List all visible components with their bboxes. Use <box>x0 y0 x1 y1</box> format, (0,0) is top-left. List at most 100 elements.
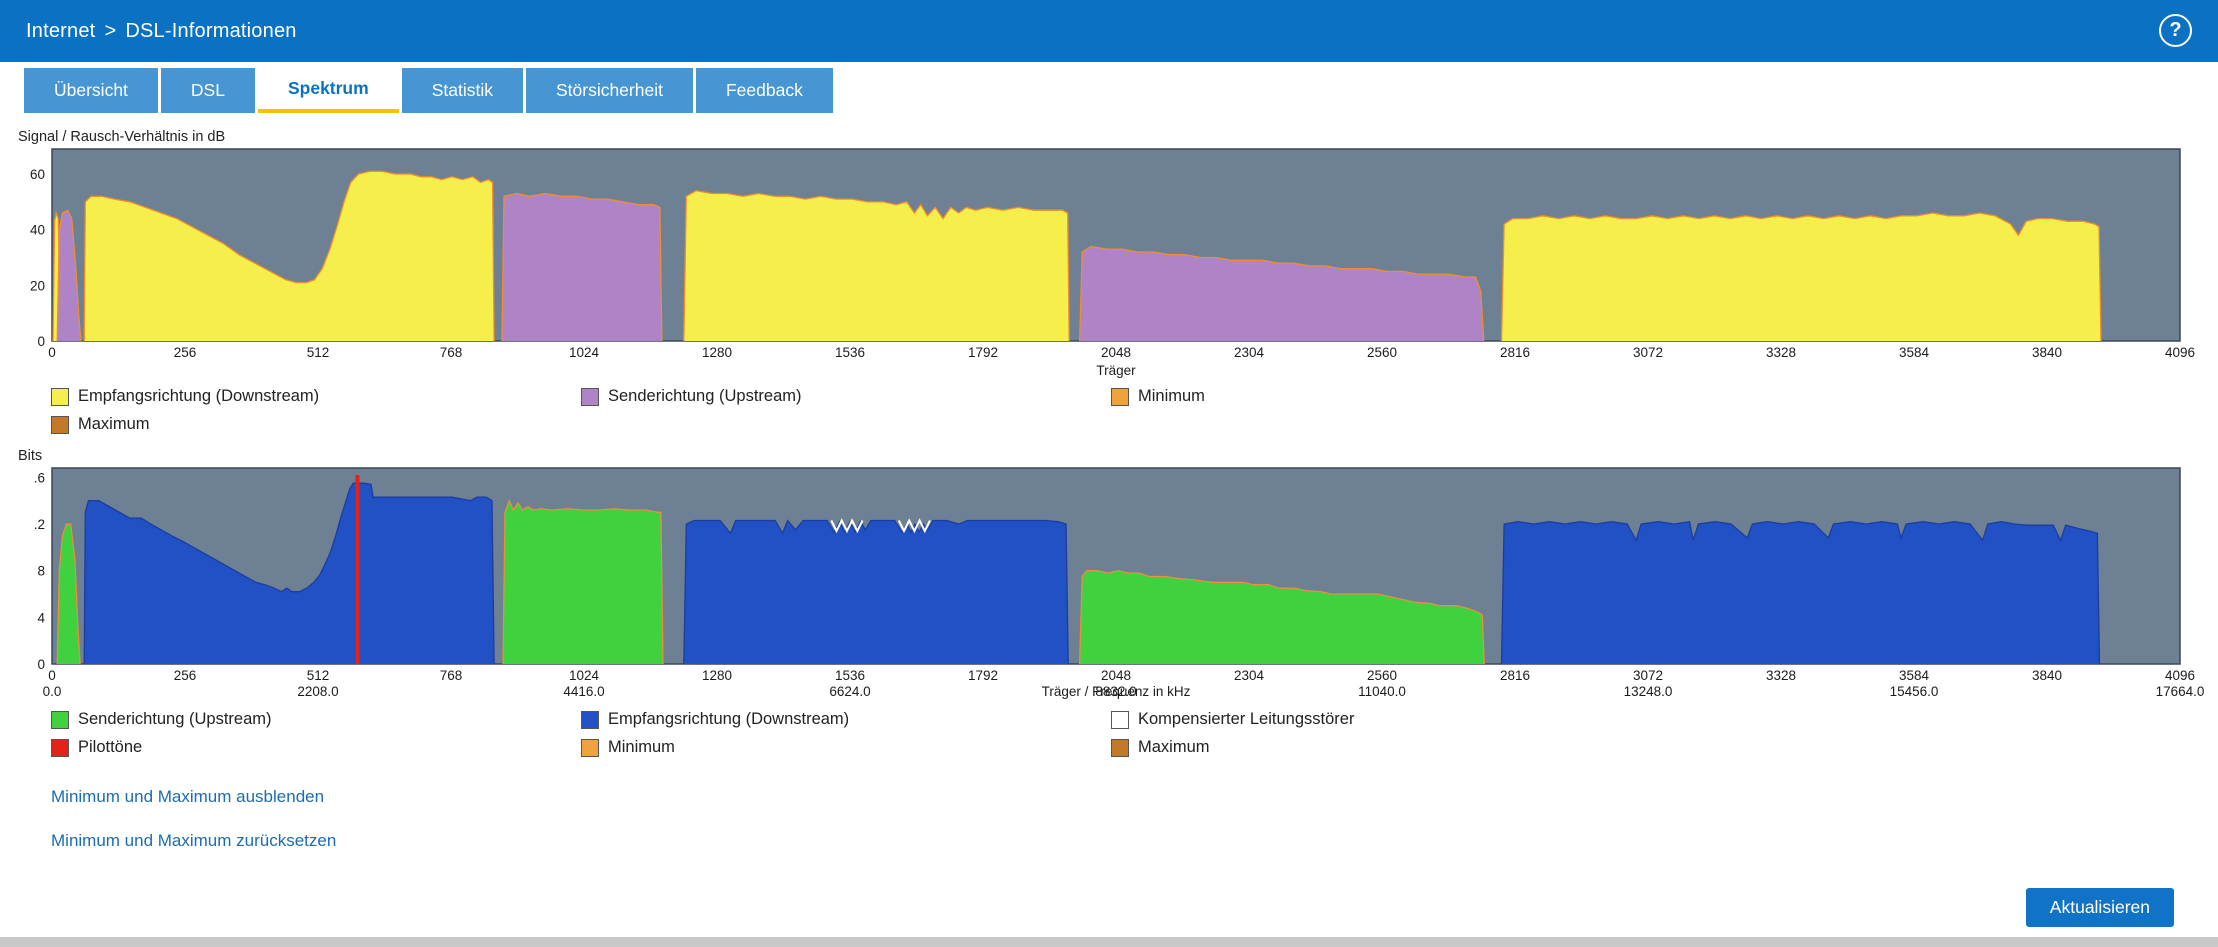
svg-text:3072: 3072 <box>1633 345 1663 360</box>
legend-minimum-label: Minimum <box>608 738 675 756</box>
legend-pilot-swatch <box>51 738 69 757</box>
legend-maximum-label: Maximum <box>1138 738 1210 756</box>
svg-text:1792: 1792 <box>968 345 998 360</box>
svg-text:3840: 3840 <box>2032 345 2062 360</box>
legend-downstream-label: Empfangsrichtung (Downstream) <box>78 387 320 405</box>
legend-maximum: Maximum <box>51 415 581 434</box>
legend-minimum-swatch <box>1111 387 1129 406</box>
reset-minmax-link[interactable]: Minimum und Maximum zurücksetzen <box>51 831 2218 851</box>
tab-stoersicherheit[interactable]: Störsicherheit <box>525 68 693 113</box>
svg-text:1536: 1536 <box>835 345 865 360</box>
bits-chart-title: Bits <box>18 448 43 464</box>
legend-downstream: Empfangsrichtung (Downstream) <box>581 710 1111 729</box>
svg-text:3840: 3840 <box>2032 668 2062 683</box>
legend-downstream-swatch <box>581 710 599 729</box>
tab-uebersicht[interactable]: Übersicht <box>24 68 158 113</box>
svg-text:17664.0: 17664.0 <box>2156 684 2205 699</box>
svg-text:768: 768 <box>440 345 463 360</box>
legend-downstream: Empfangsrichtung (Downstream) <box>51 387 581 406</box>
main-content: Signal / Rausch-Verhältnis in dB 0 20 40 60… <box>0 129 2218 851</box>
action-bar: Aktualisieren <box>2025 888 2174 927</box>
help-icon[interactable]: ? <box>2159 14 2192 47</box>
svg-text:0: 0 <box>48 668 56 683</box>
tab-feedback[interactable]: Feedback <box>695 68 833 113</box>
legend-downstream-swatch <box>51 387 69 406</box>
svg-text:2048: 2048 <box>1101 668 1131 683</box>
tab-spektrum[interactable]: Spektrum <box>257 68 399 113</box>
legend-upstream: Senderichtung (Upstream) <box>51 710 581 729</box>
svg-text:6624.0: 6624.0 <box>829 684 870 699</box>
svg-text:4096: 4096 <box>2165 668 2195 683</box>
refresh-button[interactable]: Aktualisieren <box>2025 888 2174 927</box>
link-list: Minimum und Maximum ausblenden Minimum u… <box>51 787 2218 851</box>
svg-text:1024: 1024 <box>569 345 600 360</box>
svg-text:2816: 2816 <box>1500 668 1530 683</box>
tab-dsl[interactable]: DSL <box>160 68 255 113</box>
svg-text:2560: 2560 <box>1367 345 1397 360</box>
legend-interferer-label: Kompensierter Leitungsstörer <box>1138 710 1355 728</box>
svg-text:Träger: Träger <box>1096 363 1136 378</box>
breadcrumb-page: DSL-Informationen <box>125 19 297 42</box>
legend-minimum: Minimum <box>1111 387 2218 406</box>
svg-text:20: 20 <box>30 278 45 293</box>
svg-text:3584: 3584 <box>1899 668 1930 683</box>
tab-bar: Übersicht DSL Spektrum Statistik Störsicherh… <box>0 62 2218 113</box>
svg-text:1536: 1536 <box>835 668 865 683</box>
tab-statistik[interactable]: Statistik <box>401 68 523 113</box>
svg-text:.2: .2 <box>34 517 45 532</box>
svg-text:256: 256 <box>174 345 197 360</box>
legend-upstream: Senderichtung (Upstream) <box>581 387 1111 406</box>
bits-chart-legend: Senderichtung (Upstream) Empfangsrichtung… <box>51 710 2218 757</box>
legend-maximum: Maximum <box>1111 738 2218 757</box>
legend-minimum-label: Minimum <box>1138 387 1205 405</box>
legend-pilot: Pilottöne <box>51 738 581 757</box>
svg-text:11040.0: 11040.0 <box>1358 684 1406 699</box>
svg-text:0.0: 0.0 <box>43 684 62 699</box>
svg-text:3328: 3328 <box>1766 668 1796 683</box>
svg-text:512: 512 <box>307 345 330 360</box>
svg-text:2304: 2304 <box>1234 345 1265 360</box>
svg-text:768: 768 <box>440 668 463 683</box>
svg-text:4096: 4096 <box>2165 345 2195 360</box>
svg-text:3584: 3584 <box>1899 345 1930 360</box>
legend-upstream-swatch <box>51 710 69 729</box>
svg-text:4: 4 <box>37 610 45 625</box>
svg-text:2048: 2048 <box>1101 345 1131 360</box>
breadcrumb: Internet > DSL-Informationen <box>26 20 297 43</box>
legend-interferer: Kompensierter Leitungsstörer <box>1111 710 2218 729</box>
legend-downstream-label: Empfangsrichtung (Downstream) <box>608 710 850 728</box>
legend-minimum-swatch <box>581 738 599 757</box>
svg-text:60: 60 <box>30 167 45 182</box>
svg-text:1792: 1792 <box>968 668 998 683</box>
legend-maximum-label: Maximum <box>78 415 150 433</box>
svg-text:256: 256 <box>174 668 197 683</box>
svg-text:2816: 2816 <box>1500 345 1530 360</box>
svg-text:2208.0: 2208.0 <box>297 684 338 699</box>
legend-maximum-swatch <box>51 415 69 434</box>
svg-text:1280: 1280 <box>702 345 732 360</box>
legend-upstream-label: Senderichtung (Upstream) <box>78 710 272 728</box>
snr-chart-legend: Empfangsrichtung (Downstream) Senderichtu… <box>51 387 2218 434</box>
breadcrumb-separator: > <box>104 19 117 42</box>
svg-text:2560: 2560 <box>1367 668 1397 683</box>
legend-interferer-swatch <box>1111 710 1129 729</box>
svg-text:0: 0 <box>37 334 45 349</box>
legend-upstream-label: Senderichtung (Upstream) <box>608 387 802 405</box>
svg-text:512: 512 <box>307 668 330 683</box>
snr-chart-title: Signal / Rausch-Verhältnis in dB <box>18 129 226 145</box>
snr-chart: 0 20 40 60 0 256 512 768 1024 1280 1536 1792 2048 230… <box>30 148 2195 378</box>
svg-text:3328: 3328 <box>1766 345 1796 360</box>
svg-text:8: 8 <box>37 564 45 579</box>
svg-text:3072: 3072 <box>1633 668 1663 683</box>
breadcrumb-section[interactable]: Internet <box>26 20 95 42</box>
svg-text:.6: .6 <box>34 470 45 485</box>
svg-text:2304: 2304 <box>1234 668 1265 683</box>
legend-maximum-swatch <box>1111 738 1129 757</box>
svg-text:0: 0 <box>48 345 56 360</box>
header: Internet > DSL-Informationen ? <box>0 0 2218 62</box>
hide-minmax-link[interactable]: Minimum und Maximum ausblenden <box>51 787 2218 807</box>
bottom-strip <box>0 937 2218 947</box>
svg-text:40: 40 <box>30 223 45 238</box>
svg-text:15456.0: 15456.0 <box>1890 684 1939 699</box>
bits-chart: 0 4 8 .2 .6 0 256 512 768 1024 1280 1536 1792 2048 230… <box>34 467 2204 699</box>
